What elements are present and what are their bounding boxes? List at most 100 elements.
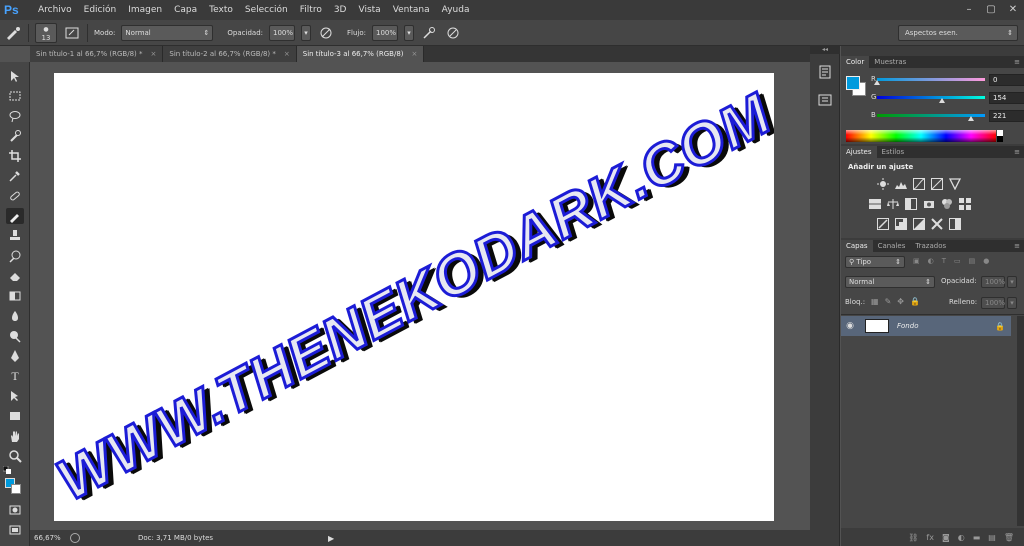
close-icon[interactable]: × xyxy=(151,50,157,58)
new-adjustment-icon[interactable]: ◐ xyxy=(958,533,965,542)
menu-archivo[interactable]: Archivo xyxy=(32,0,78,20)
airbrush-icon[interactable] xyxy=(420,24,438,42)
menu-ayuda[interactable]: Ayuda xyxy=(436,0,476,20)
tab-color[interactable]: Color xyxy=(841,56,870,68)
tab-estilos[interactable]: Estilos xyxy=(877,146,910,158)
tab-muestras[interactable]: Muestras xyxy=(869,56,911,68)
color-balance-icon[interactable] xyxy=(887,198,899,210)
threshold-icon[interactable] xyxy=(913,218,925,230)
color-lookup-icon[interactable] xyxy=(959,198,971,210)
crop-tool-icon[interactable] xyxy=(6,148,24,164)
collapse-arrows-icon[interactable]: ◂◂ xyxy=(810,46,840,54)
hue-saturation-icon[interactable] xyxy=(869,198,881,210)
fill-input[interactable]: 100% xyxy=(981,297,1005,309)
properties-panel-icon[interactable] xyxy=(817,92,833,108)
brush-size-picker[interactable]: ● 13 xyxy=(35,22,57,43)
status-menu-arrow-icon[interactable]: ▶ xyxy=(328,534,334,543)
brush-tool-preset-icon[interactable] xyxy=(4,24,22,42)
link-layers-icon[interactable]: ⛓ xyxy=(908,533,918,542)
filter-toggle-icon[interactable]: ● xyxy=(983,257,989,267)
brush-panel-icon[interactable] xyxy=(63,24,81,42)
background-color-swatch[interactable] xyxy=(11,484,21,494)
minimize-button[interactable]: – xyxy=(958,0,980,20)
panel-menu-icon[interactable]: ≡ xyxy=(1014,146,1020,158)
layer-opacity-dropdown[interactable]: ▾ xyxy=(1007,276,1017,288)
opacity-dropdown[interactable]: ▾ xyxy=(301,24,311,41)
tab-capas[interactable]: Capas xyxy=(841,240,873,252)
move-tool-icon[interactable] xyxy=(6,68,24,84)
color-spectrum[interactable] xyxy=(846,130,996,142)
menu-capa[interactable]: Capa xyxy=(168,0,203,20)
tab-trazados[interactable]: Trazados xyxy=(910,240,951,252)
history-brush-tool-icon[interactable] xyxy=(6,248,24,264)
vibrance-icon[interactable] xyxy=(949,178,961,190)
filter-image-icon[interactable]: ▣ xyxy=(913,257,920,267)
pressure-size-icon[interactable] xyxy=(444,24,462,42)
green-slider[interactable]: G 154 xyxy=(871,92,1024,104)
brightness-contrast-icon[interactable] xyxy=(877,178,889,190)
gradient-tool-icon[interactable] xyxy=(6,288,24,304)
blue-slider[interactable]: B 221 xyxy=(871,110,1024,122)
blue-value[interactable]: 221 xyxy=(989,110,1024,122)
black-swatch[interactable] xyxy=(997,136,1003,142)
curves-icon[interactable] xyxy=(913,178,925,190)
blue-thumb[interactable] xyxy=(967,116,974,121)
tab-sin-titulo-1[interactable]: Sin título-1 al 66,7% (RGB/8) * × xyxy=(30,46,164,62)
menu-vista[interactable]: Vista xyxy=(352,0,386,20)
new-group-icon[interactable]: ▬ xyxy=(973,533,981,542)
green-value[interactable]: 154 xyxy=(989,92,1024,104)
zoom-tool-icon[interactable] xyxy=(6,448,24,464)
red-slider[interactable]: R 0 xyxy=(871,74,1024,86)
eyedropper-tool-icon[interactable] xyxy=(6,168,24,184)
zoom-value[interactable]: 66,67% xyxy=(30,534,64,542)
brush-tool-icon[interactable] xyxy=(6,208,24,224)
menu-3d[interactable]: 3D xyxy=(328,0,353,20)
menu-filtro[interactable]: Filtro xyxy=(294,0,328,20)
lock-transparent-icon[interactable]: ▦ xyxy=(871,297,879,306)
clone-stamp-tool-icon[interactable] xyxy=(6,228,24,244)
hand-tool-icon[interactable] xyxy=(6,428,24,444)
menu-seleccion[interactable]: Selección xyxy=(239,0,294,20)
close-window-button[interactable]: ✕ xyxy=(1002,0,1024,20)
posterize-icon[interactable] xyxy=(895,218,907,230)
panel-menu-icon[interactable]: ≡ xyxy=(1014,240,1020,252)
menu-ventana[interactable]: Ventana xyxy=(387,0,436,20)
green-track[interactable] xyxy=(877,96,985,99)
pressure-opacity-icon[interactable] xyxy=(317,24,335,42)
type-tool-icon[interactable]: T xyxy=(6,368,24,384)
default-colors-icon[interactable] xyxy=(2,465,11,474)
selective-color-icon[interactable] xyxy=(931,218,943,230)
path-selection-tool-icon[interactable] xyxy=(6,388,24,404)
status-share-icon[interactable] xyxy=(70,533,80,543)
tab-canales[interactable]: Canales xyxy=(873,240,911,252)
delete-layer-icon[interactable]: 🗑 xyxy=(1004,533,1014,542)
black-white-icon[interactable] xyxy=(905,198,917,210)
panel-menu-icon[interactable]: ≡ xyxy=(1014,56,1020,68)
menu-texto[interactable]: Texto xyxy=(203,0,239,20)
history-panel-icon[interactable] xyxy=(817,64,833,80)
workspace-select[interactable]: Aspectos esen. ⇕ xyxy=(898,25,1018,41)
green-thumb[interactable] xyxy=(939,98,946,103)
levels-icon[interactable] xyxy=(895,178,907,190)
layer-row-fondo[interactable]: ◉ Fondo 🔒 xyxy=(841,316,1011,336)
marquee-tool-icon[interactable] xyxy=(6,88,24,104)
red-value[interactable]: 0 xyxy=(989,74,1024,86)
blend-mode-select[interactable]: Normal ⇕ xyxy=(845,276,935,288)
rectangle-tool-icon[interactable] xyxy=(6,408,24,424)
opacity-input[interactable]: 100% xyxy=(269,24,295,41)
healing-brush-tool-icon[interactable] xyxy=(6,188,24,204)
lock-position-icon[interactable]: ✥ xyxy=(897,297,904,306)
filter-shape-icon[interactable]: ▭ xyxy=(954,257,961,267)
layer-style-icon[interactable]: fx xyxy=(926,533,934,542)
dodge-tool-icon[interactable] xyxy=(6,328,24,344)
document-canvas[interactable]: WWW.THENEKODARK.COM xyxy=(54,73,774,521)
flow-dropdown[interactable]: ▾ xyxy=(404,24,414,41)
invert-icon[interactable] xyxy=(877,218,889,230)
exposure-icon[interactable] xyxy=(931,178,943,190)
mode-select[interactable]: Normal ⇕ xyxy=(121,24,214,41)
filter-adjust-icon[interactable]: ◐ xyxy=(928,257,934,267)
gradient-map-icon[interactable] xyxy=(949,218,961,230)
tab-sin-titulo-3[interactable]: Sin título-3 al 66,7% (RGB/8) × xyxy=(296,46,425,62)
filter-smart-icon[interactable]: ▤ xyxy=(969,257,976,267)
photo-filter-icon[interactable] xyxy=(923,198,935,210)
